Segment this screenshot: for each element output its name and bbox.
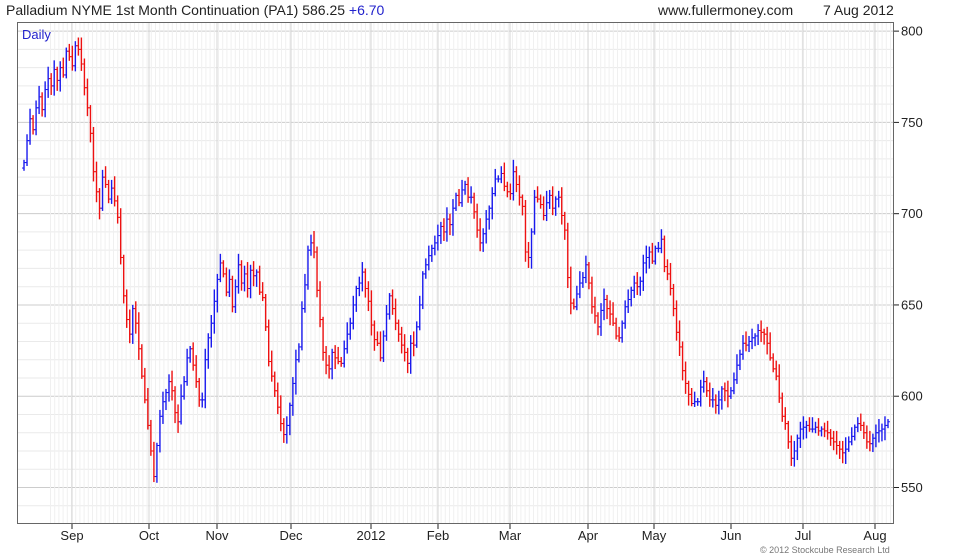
x-tick-label: Oct — [139, 528, 160, 543]
x-tick-label: Mar — [499, 528, 522, 543]
y-tick-label: 750 — [901, 115, 923, 130]
x-tick-label: Feb — [427, 528, 449, 543]
x-tick-label: Dec — [279, 528, 303, 543]
x-tick-label: May — [642, 528, 667, 543]
x-tick-label: Jun — [721, 528, 742, 543]
y-tick-label: 800 — [901, 24, 923, 39]
y-tick-label: 550 — [901, 480, 923, 495]
price-chart: Sep Oct Nov Dec 2012 Feb Mar Apr May Jun Jul Aug 550… — [17, 22, 923, 543]
x-tick-label: Aug — [863, 528, 886, 543]
y-tick-label: 650 — [901, 297, 923, 312]
y-tick-label: 700 — [901, 206, 923, 221]
x-tick-label: Jul — [795, 528, 812, 543]
period-label: Daily — [22, 27, 51, 42]
x-tick-label: Apr — [578, 528, 599, 543]
x-tick-label: Nov — [205, 528, 229, 543]
x-tick-label: Sep — [60, 528, 83, 543]
x-tick-label: 2012 — [357, 528, 386, 543]
copyright-notice: © 2012 Stockcube Research Ltd — [760, 545, 890, 555]
y-tick-label: 600 — [901, 389, 923, 404]
